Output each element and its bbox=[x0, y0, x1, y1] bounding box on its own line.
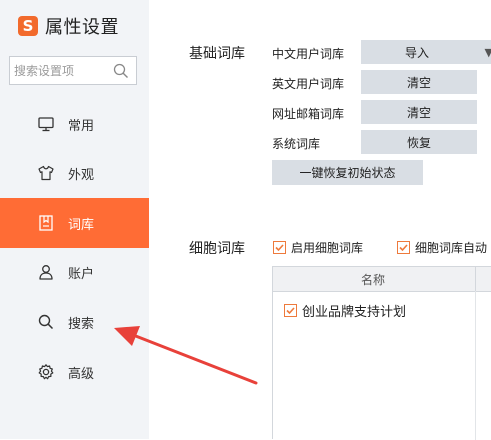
tshirt-icon bbox=[36, 163, 56, 183]
cell-lexicon-table: 名称 创业品牌支持计划 bbox=[272, 266, 491, 440]
import-button-label: 导入 bbox=[404, 45, 429, 60]
book-icon bbox=[36, 213, 56, 233]
search-placeholder: 搜索设置项 bbox=[14, 64, 75, 78]
restore-system-lexicon-button[interactable]: 恢复 bbox=[361, 130, 477, 154]
page-title: 属性设置 bbox=[45, 17, 119, 38]
system-lexicon-label: 系统词库 bbox=[272, 137, 321, 151]
column-divider bbox=[475, 291, 476, 440]
chevron-down-icon: ▼ bbox=[484, 46, 491, 59]
sidebar-item-account[interactable]: 账户 bbox=[0, 247, 149, 297]
checkmark-icon bbox=[273, 241, 286, 254]
english-user-lexicon-label: 英文用户词库 bbox=[272, 77, 345, 91]
gear-icon bbox=[36, 362, 56, 382]
window-title: S 属性设置 bbox=[18, 12, 119, 40]
sidebar-item-label: 搜索 bbox=[68, 316, 95, 332]
clear-english-lexicon-button[interactable]: 清空 bbox=[361, 70, 477, 94]
lexicon-item-name: 创业品牌支持计划 bbox=[302, 305, 407, 320]
enable-cell-lexicon-label: 启用细胞词库 bbox=[291, 241, 364, 255]
sogou-logo-icon: S bbox=[18, 16, 38, 36]
clear-url-email-lexicon-button[interactable]: 清空 bbox=[361, 100, 477, 124]
sidebar-item-label: 外观 bbox=[68, 167, 95, 183]
checkmark-icon bbox=[397, 241, 410, 254]
column-divider bbox=[475, 267, 476, 291]
sidebar-item-label: 账户 bbox=[68, 266, 95, 282]
cell-lexicon-label: 细胞词库 bbox=[189, 241, 245, 257]
sidebar-item-appearance[interactable]: 外观 bbox=[0, 148, 149, 198]
chinese-user-lexicon-label: 中文用户词库 bbox=[272, 47, 345, 61]
auto-update-cell-lexicon-checkbox[interactable]: 细胞词库自动 bbox=[397, 239, 487, 256]
sidebar-item-search[interactable]: 搜索 bbox=[0, 297, 149, 347]
monitor-icon bbox=[36, 114, 56, 134]
table-header: 名称 bbox=[273, 267, 491, 292]
table-row[interactable]: 创业品牌支持计划 bbox=[284, 301, 406, 320]
sidebar-item-advanced[interactable]: 高级 bbox=[0, 347, 149, 397]
sidebar: S 属性设置 搜索设置项 常用 外观 词库 账户 搜索 高级 bbox=[0, 0, 149, 439]
sidebar-item-general[interactable]: 常用 bbox=[0, 99, 149, 149]
auto-update-cell-lexicon-label: 细胞词库自动 bbox=[415, 241, 488, 255]
import-dropdown-button[interactable]: 导入 ▼ bbox=[361, 40, 491, 64]
sidebar-item-label: 常用 bbox=[68, 118, 95, 134]
user-icon bbox=[36, 262, 56, 282]
url-email-lexicon-label: 网址邮箱词库 bbox=[272, 107, 345, 121]
enable-cell-lexicon-checkbox[interactable]: 启用细胞词库 bbox=[273, 239, 363, 256]
search-icon bbox=[36, 312, 56, 332]
sidebar-item-lexicon[interactable]: 词库 bbox=[0, 198, 149, 248]
column-header-name[interactable]: 名称 bbox=[361, 271, 385, 288]
checkmark-icon[interactable] bbox=[284, 304, 297, 317]
search-icon[interactable] bbox=[109, 59, 133, 83]
basic-lexicon-label: 基础词库 bbox=[189, 46, 245, 62]
sidebar-item-label: 词库 bbox=[68, 217, 95, 233]
restore-all-defaults-button[interactable]: 一键恢复初始状态 bbox=[272, 160, 423, 185]
search-input[interactable]: 搜索设置项 bbox=[9, 56, 137, 85]
sidebar-item-label: 高级 bbox=[68, 366, 95, 382]
